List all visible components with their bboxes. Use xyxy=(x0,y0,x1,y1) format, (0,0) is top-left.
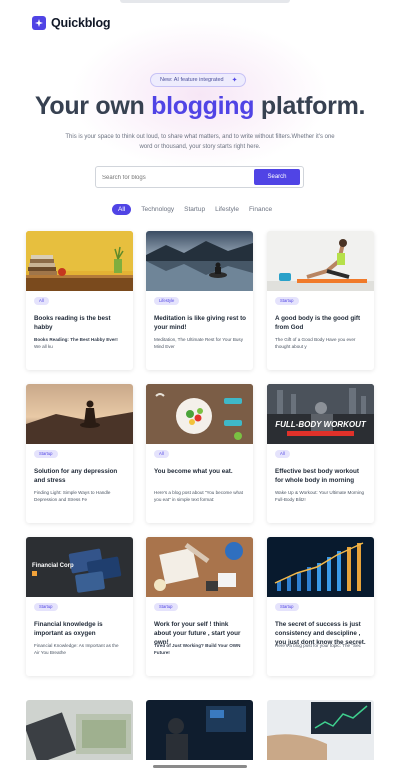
blog-card[interactable]: Startup Solution for any depression and … xyxy=(26,384,133,523)
navbar-brand[interactable]: Quickblog xyxy=(32,16,111,30)
card-title: Financial knowledge is important as oxyg… xyxy=(34,621,103,637)
books-image xyxy=(26,231,133,291)
filter-lifestyle[interactable]: Lifestyle xyxy=(215,206,239,213)
hero-subtitle: This is your space to think out loud, to… xyxy=(65,134,335,150)
hero-title: Your own blogging platform. xyxy=(0,92,400,121)
sparkle-icon: ✦ xyxy=(231,76,238,84)
search-button[interactable]: Search xyxy=(254,169,300,185)
blog-card[interactable]: Startup The secret of success is just co… xyxy=(267,537,374,676)
card-title: Solution for any depression and stress xyxy=(34,468,118,484)
hero-title-post: platform. xyxy=(260,92,366,120)
feature-badge: New: AI feature integrated ✦ xyxy=(150,73,247,87)
category-filters: All Technology Startup Lifestyle Finance xyxy=(112,204,272,215)
healthy-food-image xyxy=(146,384,253,444)
hero-title-pre: Your own xyxy=(34,92,145,120)
card-desc-text: Here's a blog post for your topic: The "… xyxy=(275,643,361,648)
browser-top-strip xyxy=(0,0,400,8)
badge-label: New: AI feature integrated xyxy=(160,77,224,83)
card-tag: Lifestyle xyxy=(154,297,180,305)
blog-card[interactable]: All Books reading is the best habby Book… xyxy=(26,231,133,370)
blog-card[interactable]: All You become what you eat. Here's a bl… xyxy=(146,384,253,523)
blog-card[interactable]: Lifestyle Meditation is like giving rest… xyxy=(146,231,253,370)
blog-card[interactable] xyxy=(267,700,374,760)
card-desc: The Gift of a Good Body Have you ever th… xyxy=(275,337,356,349)
blog-card[interactable]: Startup A good body is the good gift fro… xyxy=(267,231,374,370)
money-image xyxy=(26,700,133,760)
filter-technology[interactable]: Technology xyxy=(141,206,174,213)
filter-startup[interactable]: Startup xyxy=(184,206,205,213)
blog-grid-next-row xyxy=(26,700,374,760)
search-input[interactable] xyxy=(102,172,252,183)
card-title: Effective best body workout for whole bo… xyxy=(275,468,359,484)
card-desc: Wake Up & Workout: Your Ultimate Morning… xyxy=(275,490,365,502)
card-desc: Meditation, The Ultimate Rest for Your B… xyxy=(154,337,244,349)
card-desc-bold: Tired of Just Working? Build Your OWN Fu… xyxy=(154,643,241,655)
home-indicator xyxy=(153,765,247,768)
yoga-image xyxy=(267,231,374,291)
dashboard-image xyxy=(146,700,253,760)
card-desc: Tired of Just Working? Build Your OWN Fu… xyxy=(154,643,244,656)
card-title: A good body is the good gift from God xyxy=(275,315,361,331)
card-title: Books reading is the best habby xyxy=(34,315,111,331)
workout-banner-image: FULL-BODY WORKOUT xyxy=(267,384,374,444)
blog-card[interactable] xyxy=(26,700,133,760)
card-tag: Startup xyxy=(275,297,299,305)
card-desc: Books Reading: The Best Habby Ever! We al… xyxy=(34,337,124,350)
card-desc: Finding Light: Simple Ways to Handle Dep… xyxy=(34,490,111,502)
card-tag: Startup xyxy=(34,603,58,611)
meditation-lake-image xyxy=(146,231,253,291)
card-tag: Startup xyxy=(275,603,299,611)
search-form: Search xyxy=(95,166,304,188)
card-title: You become what you eat. xyxy=(154,468,233,475)
growth-chart-image xyxy=(267,537,374,597)
card-tag: All xyxy=(154,450,169,458)
brand-name: Quickblog xyxy=(51,16,111,30)
desk-work-image xyxy=(146,537,253,597)
finance-cards-image: Financial Corp xyxy=(26,537,133,597)
blog-card[interactable]: FULL-BODY WORKOUT All Effective best bod… xyxy=(267,384,374,523)
status-bar xyxy=(120,0,290,3)
card-desc: Here's a blog post about "You become wha… xyxy=(154,490,243,502)
sparkle-logo-icon xyxy=(32,16,46,30)
laptop-chart-image xyxy=(267,700,374,760)
blog-card[interactable] xyxy=(146,700,253,760)
blog-card[interactable]: Startup Work for your self ! think about… xyxy=(146,537,253,676)
blog-card[interactable]: Financial Corp Startup Financial knowled… xyxy=(26,537,133,676)
filter-finance[interactable]: Finance xyxy=(249,206,272,213)
hero-title-accent: blogging xyxy=(151,92,255,120)
workout-banner-text: FULL-BODY WORKOUT xyxy=(275,420,367,429)
card-tag: All xyxy=(34,297,49,305)
card-desc-text: We all ku xyxy=(34,343,53,349)
card-desc-bold: Books Reading: The Best Habby Ever! xyxy=(34,337,118,342)
filter-all[interactable]: All xyxy=(112,204,132,215)
card-title: Meditation is like giving rest to your m… xyxy=(154,315,247,331)
card-desc: Here's a blog post for your topic: The "… xyxy=(275,643,365,650)
card-tag: All xyxy=(275,450,290,458)
card-tag: Startup xyxy=(154,603,178,611)
card-desc: Financial Knowledge: As Important as the… xyxy=(34,643,119,655)
sunset-meditation-image xyxy=(26,384,133,444)
finance-banner-text: Financial Corp xyxy=(32,563,74,569)
card-tag: Startup xyxy=(34,450,58,458)
